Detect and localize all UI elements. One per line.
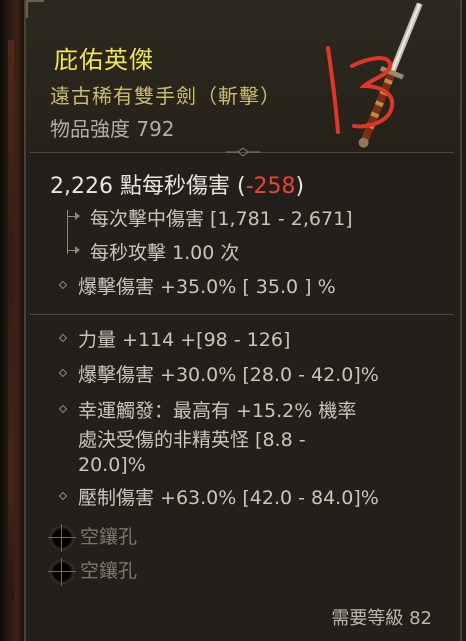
affix-strength: 力量 +114 +[98 - 126] <box>78 329 291 351</box>
section-divider <box>30 314 454 315</box>
attack-speed: 每秒攻擊 1.00 次 <box>90 242 240 264</box>
tree-tick <box>67 250 75 251</box>
tree-tick <box>67 216 75 217</box>
socket-icon <box>48 558 76 586</box>
empty-socket-label: 空鑲孔 <box>80 560 138 582</box>
affix-lucky-hit-line2: 處決受傷的非精英怪 [8.8 - <box>78 429 306 451</box>
socket-icon <box>48 524 76 552</box>
damage-per-hit: 每次擊中傷害 [1,781 - 2,671] <box>90 208 353 230</box>
section-divider <box>30 147 454 157</box>
affix-lucky-hit-line3: 20.0]% <box>78 454 146 476</box>
level-requirement: 需要等級 82 <box>331 608 432 629</box>
item-type: 遠古稀有雙手劍（斬擊） <box>50 84 281 108</box>
affix-crit-damage: 爆擊傷害 +30.0% [28.0 - 42.0]% <box>78 364 379 386</box>
empty-socket-label: 空鑲孔 <box>80 526 138 548</box>
background-left-edge <box>0 0 24 641</box>
tooltip-corner <box>26 0 44 18</box>
item-power: 物品強度 792 <box>50 117 175 141</box>
dps-delta: -258 <box>245 174 296 199</box>
tree-arrow <box>75 212 80 220</box>
handwritten-annotation <box>326 46 395 134</box>
tree-arrow <box>75 246 80 254</box>
affix-lucky-hit: 幸運觸發：最高有 +15.2% 機率 <box>78 400 357 422</box>
affix-overpower-damage: 壓制傷害 +63.0% [42.0 - 84.0]% <box>78 487 379 509</box>
item-name: 庇佑英傑 <box>54 46 154 74</box>
implicit-crit-damage: 爆擊傷害 +35.0% [ 35.0 ] % <box>78 276 336 298</box>
dps-line: 2,226 點每秒傷害 (-258) <box>50 174 305 199</box>
